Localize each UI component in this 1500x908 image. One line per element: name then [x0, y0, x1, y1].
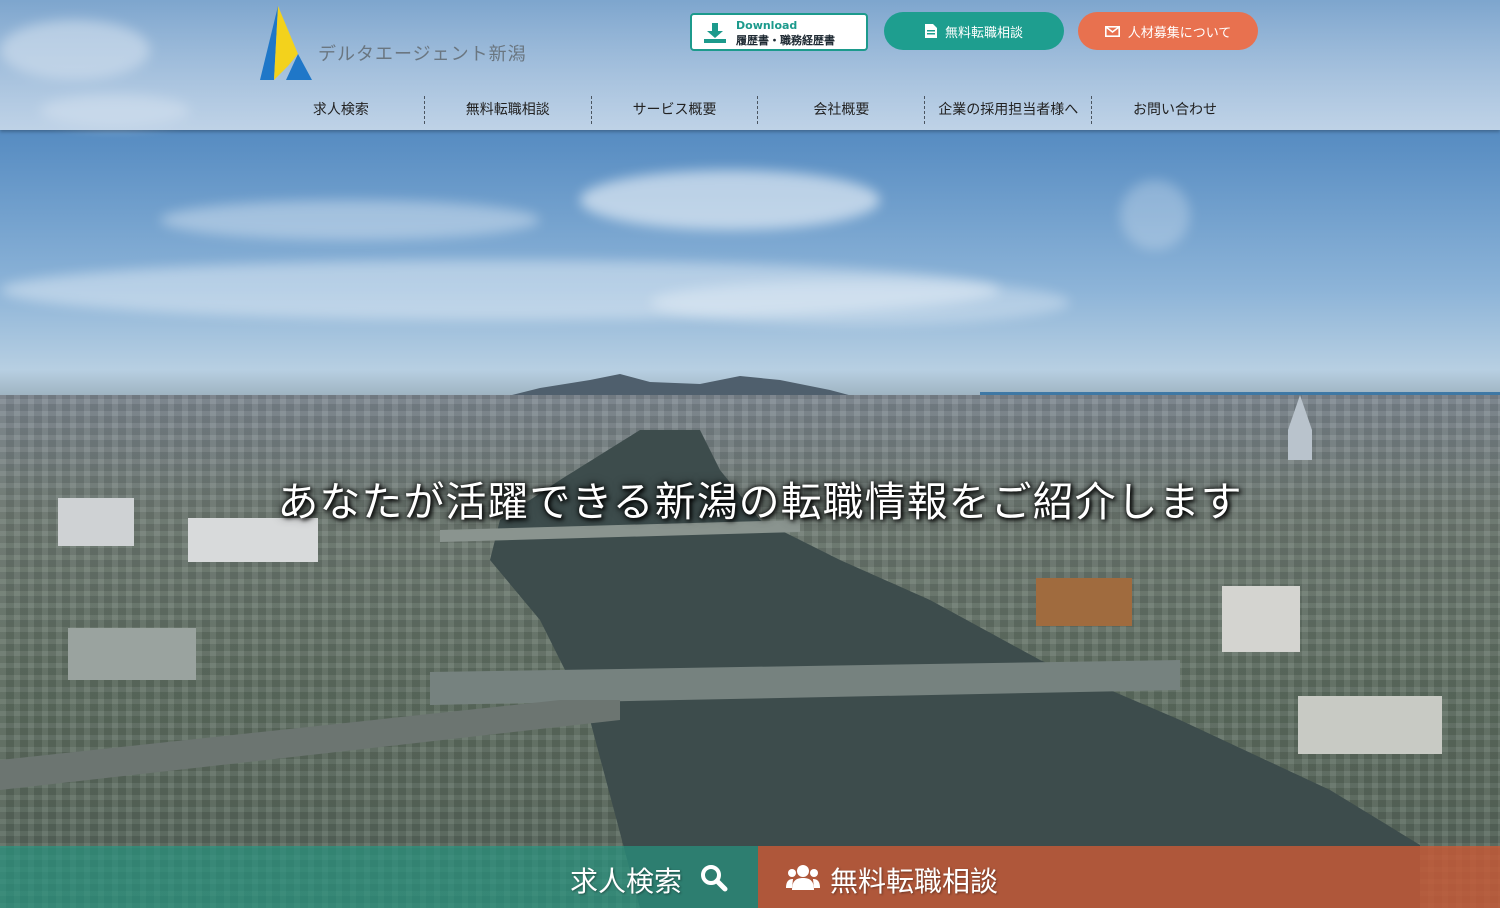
job-search-cta-label: 求人検索	[570, 865, 683, 898]
recruitment-info-button[interactable]: 人材募集について	[1078, 12, 1258, 50]
river	[0, 395, 1442, 908]
brand-name: デルタエージェント新潟	[318, 44, 527, 65]
nav-item-job-search[interactable]: 求人検索	[258, 96, 424, 124]
nav-item-free-consult[interactable]: 無料転職相談	[423, 96, 591, 124]
free-consult-cta-label: 無料転職相談	[830, 865, 999, 898]
hero-headline: あなたが活躍できる新潟の転職情報をご紹介します	[277, 478, 1243, 526]
search-icon	[701, 865, 728, 892]
document-icon	[924, 24, 937, 38]
main-nav: 求人検索 無料転職相談 サービス概要 会社概要 企業の採用担当者様へ お問い合わ…	[258, 96, 1258, 124]
nav-item-company-overview[interactable]: 会社概要	[757, 96, 924, 124]
nav-item-for-recruiters[interactable]: 企業の採用担当者様へ	[924, 96, 1091, 124]
hero-background-image	[0, 0, 1500, 908]
job-search-cta[interactable]: 求人検索	[0, 846, 758, 908]
download-icon	[704, 23, 726, 43]
free-consult-cta[interactable]: 無料転職相談	[758, 846, 1500, 908]
download-resume-button[interactable]: Download 履歴書・職務経歴書	[690, 13, 868, 51]
free-consult-label: 無料転職相談	[944, 25, 1023, 41]
nav-item-contact[interactable]: お問い合わせ	[1091, 96, 1258, 124]
recruitment-info-label: 人材募集について	[1127, 25, 1232, 41]
mail-icon	[1104, 25, 1120, 37]
users-icon	[786, 865, 820, 890]
logo[interactable]: デルタエージェント新潟	[258, 4, 528, 82]
delta-logo-icon	[260, 6, 312, 80]
download-label-small: Download	[736, 19, 798, 32]
nav-item-service-overview[interactable]: サービス概要	[590, 96, 758, 124]
free-consult-button[interactable]: 無料転職相談	[884, 12, 1064, 50]
download-label-main: 履歴書・職務経歴書	[736, 34, 835, 47]
